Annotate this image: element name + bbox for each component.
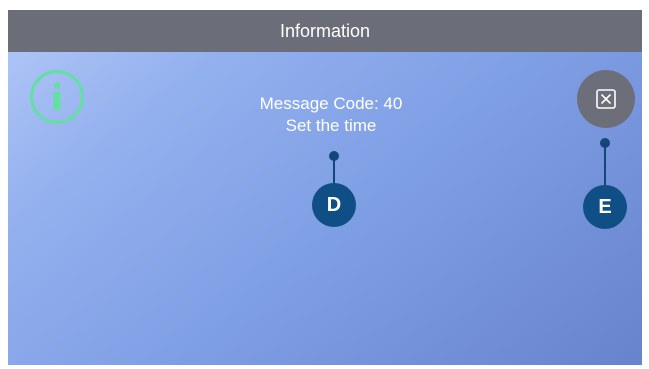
close-button[interactable] <box>577 70 635 128</box>
message-instruction-text: Set the time <box>285 116 377 135</box>
close-icon <box>596 89 616 109</box>
info-icon <box>53 82 61 110</box>
callout-badge-d: D <box>312 183 356 227</box>
message-block: Message Code: 40 Set the time <box>198 93 464 137</box>
info-button[interactable] <box>30 70 84 124</box>
callout-label-e: E <box>598 195 612 218</box>
title-text: Information <box>279 20 371 41</box>
callout-badge-e: E <box>583 185 627 229</box>
callout-label-d: D <box>326 193 342 216</box>
title-bar: Information <box>8 10 642 52</box>
callout-line-e <box>604 147 606 185</box>
message-code-text: Message Code: 40 <box>259 94 403 113</box>
information-screen: Information Message Code: 40 Set the tim… <box>8 10 642 365</box>
